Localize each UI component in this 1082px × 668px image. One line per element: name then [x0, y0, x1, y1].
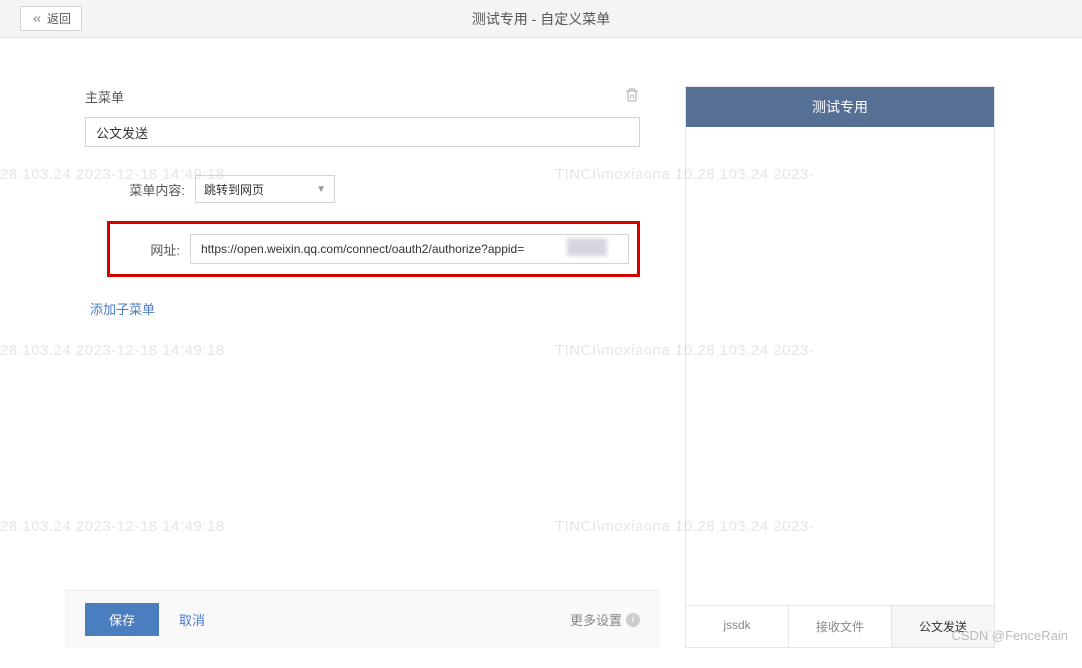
cancel-button[interactable]: 取消: [179, 610, 205, 629]
preview-body: [686, 127, 994, 605]
preview-tabs: jssdk 接收文件 公文发送: [686, 605, 994, 647]
preview-tab-jssdk[interactable]: jssdk: [686, 606, 789, 647]
url-input[interactable]: [190, 234, 629, 264]
editor-panel: 主菜单 菜单内容: 跳转到网页 ▼ 网址:: [85, 86, 640, 648]
content-type-select[interactable]: 跳转到网页 ▼: [195, 175, 335, 203]
page-title: 测试专用 - 自定义菜单: [472, 9, 610, 29]
url-label: 网址:: [110, 240, 180, 259]
header-bar: 返回 测试专用 - 自定义菜单: [0, 0, 1082, 38]
back-button[interactable]: 返回: [20, 6, 82, 31]
trash-icon: [624, 86, 640, 104]
info-icon: i: [626, 613, 640, 627]
preview-panel: 测试专用 jssdk 接收文件 公文发送: [685, 86, 995, 648]
chevron-left-icon: [31, 13, 43, 25]
save-button[interactable]: 保存: [85, 603, 159, 636]
preview-tab-receive[interactable]: 接收文件: [789, 606, 892, 647]
csdn-watermark: CSDN @FenceRain: [951, 628, 1068, 643]
chevron-down-icon: ▼: [316, 184, 326, 195]
menu-name-input[interactable]: [85, 117, 640, 147]
main-menu-label: 主菜单: [85, 87, 124, 106]
footer-actions: 保存 取消 更多设置 i: [65, 590, 660, 648]
more-settings-link[interactable]: 更多设置 i: [570, 610, 640, 629]
delete-button[interactable]: [624, 86, 640, 107]
preview-header: 测试专用: [686, 87, 994, 127]
redacted-overlay: [567, 238, 607, 256]
more-settings-label: 更多设置: [570, 610, 622, 629]
content-type-label: 菜单内容:: [115, 180, 185, 199]
add-submenu-link[interactable]: 添加子菜单: [90, 299, 155, 318]
url-highlight-box: 网址:: [107, 221, 640, 277]
back-label: 返回: [47, 10, 71, 27]
select-value: 跳转到网页: [204, 181, 264, 198]
